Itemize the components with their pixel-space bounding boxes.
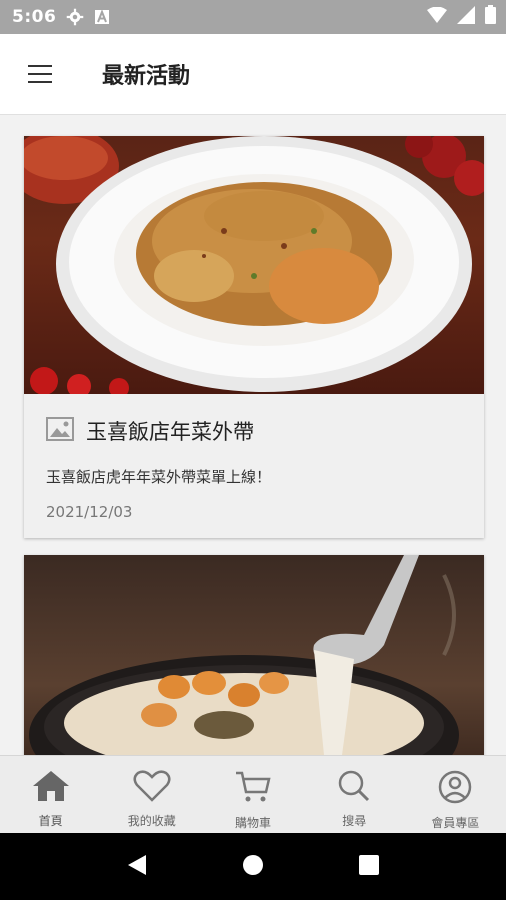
activity-card[interactable] [24,555,484,755]
hamburger-icon[interactable] [28,65,52,83]
activity-list[interactable]: 玉喜飯店年菜外帶 玉喜飯店虎年年菜外帶菜單上線！ 2021/12/03 [0,115,506,755]
battery-icon [485,5,496,29]
soup-pot-photo [24,555,484,755]
cart-icon [234,770,272,808]
card-description: 玉喜飯店虎年年菜外帶菜單上線！ [46,468,272,486]
heart-icon [133,770,171,806]
gear-icon [66,8,84,26]
bottom-navigation: 首頁 我的收藏 購物車 搜尋 會員專區 [0,755,506,834]
plate-dish-photo [24,136,484,394]
search-icon [335,770,373,806]
home-button-icon[interactable] [241,853,265,881]
home-icon [32,770,70,806]
nav-search-label: 搜尋 [342,814,367,828]
nav-member[interactable]: 會員專區 [405,756,506,834]
status-bar: 5:06 [0,0,506,34]
nav-favorites[interactable]: 我的收藏 [101,756,202,834]
nav-favorites-label: 我的收藏 [127,814,176,828]
user-icon [436,770,474,808]
nav-home-label: 首頁 [38,814,63,828]
nav-search[interactable]: 搜尋 [304,756,405,834]
wifi-icon [427,6,447,28]
back-icon[interactable] [126,853,148,881]
nav-cart[interactable]: 購物車 [202,756,303,834]
system-navigation-bar [0,833,506,900]
status-time: 5:06 [12,7,57,27]
activity-card[interactable]: 玉喜飯店年菜外帶 玉喜飯店虎年年菜外帶菜單上線！ 2021/12/03 [24,136,484,538]
nav-home[interactable]: 首頁 [0,756,101,834]
card-title: 玉喜飯店年菜外帶 [86,420,254,444]
card-date: 2021/12/03 [46,503,133,521]
app-bar: 最新活動 [0,34,506,115]
page-title: 最新活動 [102,64,191,89]
image-icon [46,417,74,445]
font-icon [94,9,110,25]
signal-icon [457,5,475,29]
recents-icon[interactable] [358,854,380,880]
nav-member-label: 會員專區 [431,816,480,830]
nav-cart-label: 購物車 [235,816,272,830]
